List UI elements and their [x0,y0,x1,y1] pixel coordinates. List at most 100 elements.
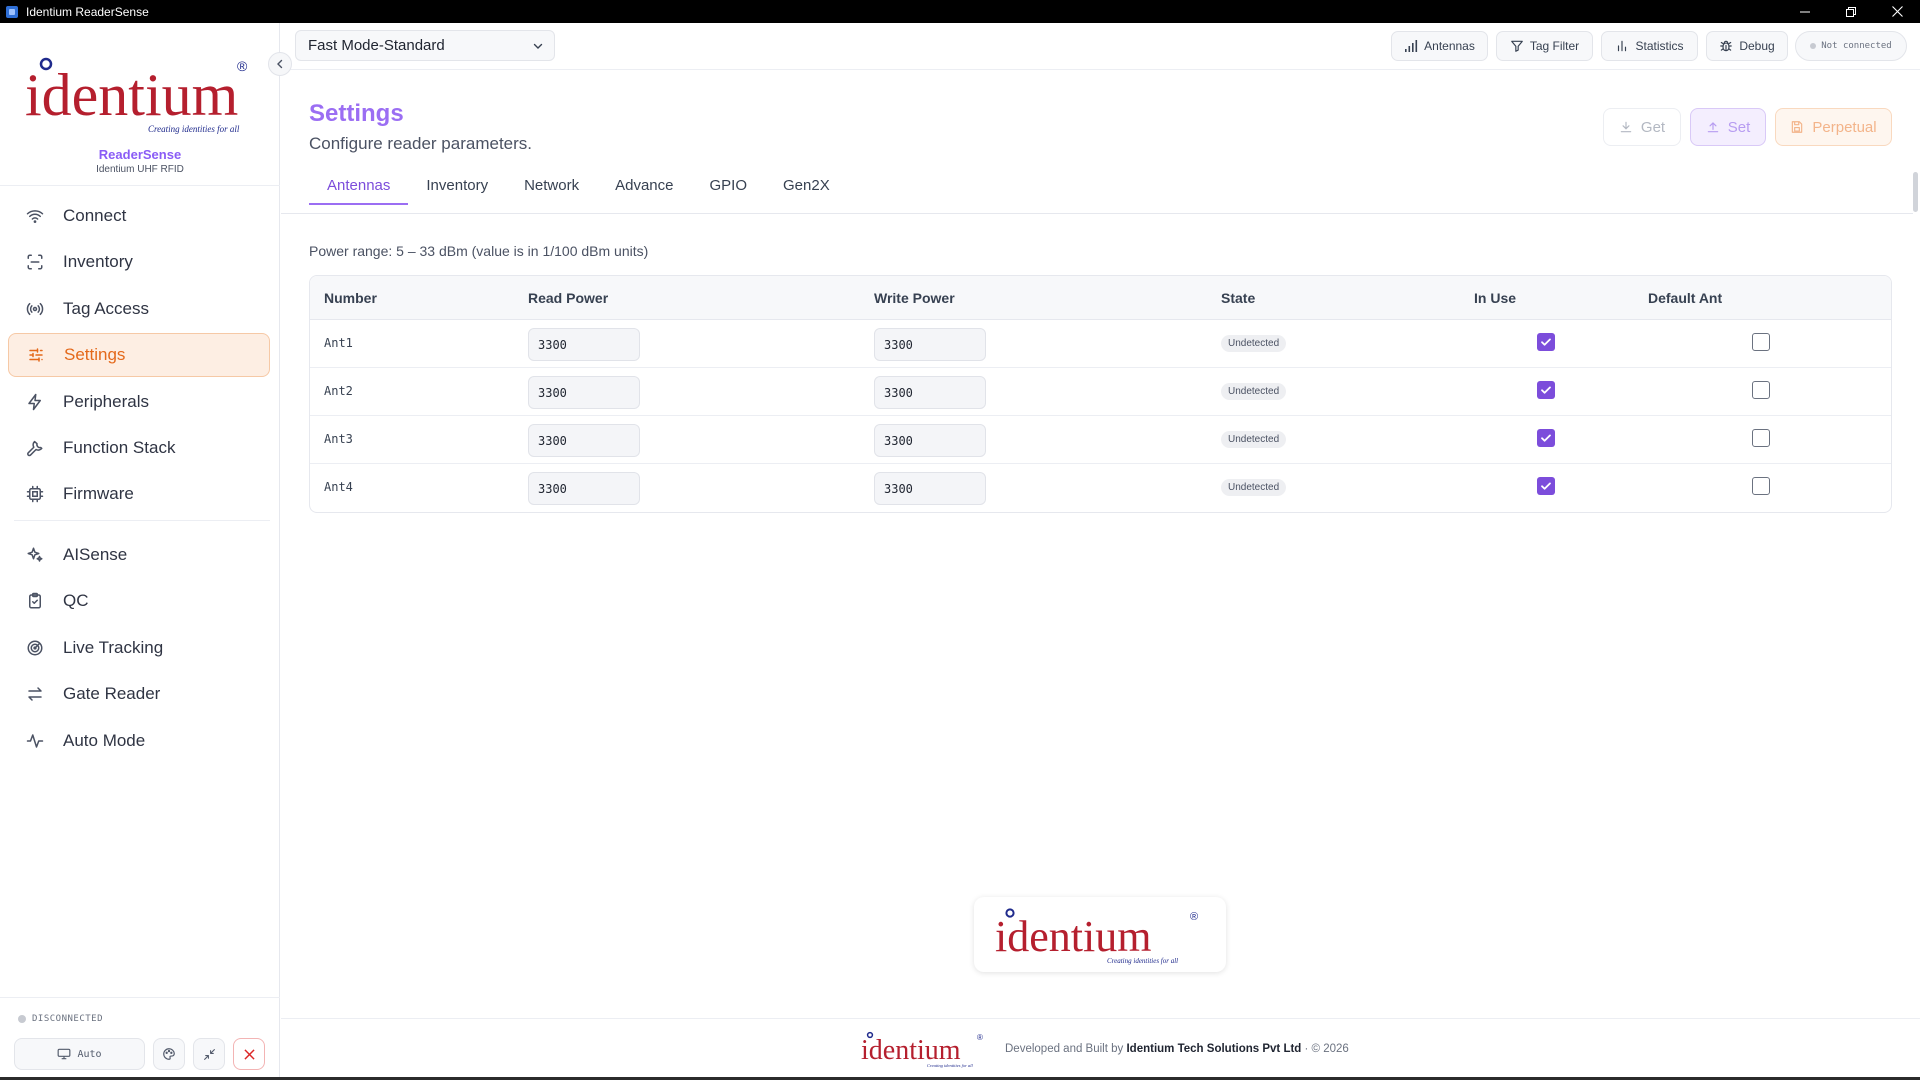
antenna-number: Ant2 [324,384,353,398]
sidebar-item-settings[interactable]: Settings [8,333,270,378]
tab-gpio[interactable]: GPIO [691,166,765,204]
antenna-number: Ant3 [324,432,353,446]
sidebar-item-firmware[interactable]: Firmware [8,472,270,516]
identium-logo: identium ® Creating identities for all [25,57,248,134]
close-window-button[interactable] [1874,0,1920,23]
tab-gen2x[interactable]: Gen2X [765,166,848,204]
sidebar-item-label: Peripherals [63,391,149,411]
column-header-read-power: Read Power [528,290,609,306]
column-header-write-power: Write Power [874,290,955,306]
in-use-checkbox[interactable] [1537,429,1555,447]
statistics-button[interactable]: Statistics [1601,31,1698,61]
sidebar-item-label: Auto Mode [63,730,146,750]
bar-chart-icon [1618,40,1627,52]
scrollbar-thumb[interactable] [1913,172,1918,212]
in-use-checkbox[interactable] [1537,333,1555,351]
table-row: Ant1 3300 3300 Undetected [310,320,1891,368]
connection-badge-text: Not connected [1821,41,1892,51]
restore-button[interactable] [1828,0,1874,23]
debug-button[interactable]: Debug [1706,31,1788,61]
logo-wordmark: identium [995,912,1151,961]
check-icon [1541,482,1551,490]
collapse-sidebar-button[interactable] [268,52,292,76]
svg-text:®: ® [977,1033,983,1042]
read-power-input[interactable]: 3300 [528,376,640,409]
sidebar-group-divider [14,520,270,521]
sidebar-item-label: AISense [63,545,128,564]
tab-advance[interactable]: Advance [597,166,691,204]
tab-inventory[interactable]: Inventory [408,166,506,204]
column-header-default-ant: Default Ant [1648,290,1723,306]
app-footer: identium ® Creating identities for all D… [281,1018,1920,1080]
brand-name: ReaderSense [98,147,182,162]
sidebar-item-auto-mode[interactable]: Auto Mode [8,719,270,763]
restore-icon [1846,6,1856,17]
default-ant-checkbox[interactable] [1752,477,1770,495]
sliders-icon [23,346,49,364]
get-button[interactable]: Get [1603,108,1681,146]
palette-button[interactable] [153,1038,185,1070]
tab-antennas[interactable]: Antennas [309,166,409,205]
sidebar-item-connect[interactable]: Connect [8,194,270,238]
read-power-input[interactable]: 3300 [528,472,640,505]
minimize-button[interactable] [1782,0,1828,23]
state-badge: Undetected [1221,431,1287,448]
check-icon [1541,434,1551,442]
svg-text:®: ® [237,58,248,74]
sidebar-item-aisense[interactable]: AISense [8,533,270,577]
statistics-button-label: Statistics [1635,39,1684,53]
sidebar-item-label: Gate Reader [63,684,161,704]
write-power-input[interactable]: 3300 [874,472,986,505]
sidebar-item-inventory[interactable]: Inventory [8,240,270,284]
column-header-state: State [1221,290,1256,306]
sidebar-nav-secondary: AISense QC Live Tracking Gate Reader Aut… [8,533,270,765]
status-dot-icon [1810,43,1817,49]
tag-filter-button[interactable]: Tag Filter [1496,31,1593,61]
in-use-checkbox[interactable] [1537,381,1555,399]
set-button[interactable]: Set [1690,108,1766,146]
footer-prefix: Developed and Built by [1005,1043,1124,1055]
radar-icon [22,639,48,657]
lightning-icon [22,393,48,411]
theme-auto-button[interactable]: Auto [14,1038,145,1070]
write-power-input[interactable]: 3300 [874,328,986,361]
settings-tabs: Antennas Inventory Network Advance GPIO … [309,166,848,205]
sidebar-item-label: Firmware [63,484,134,504]
default-ant-checkbox[interactable] [1752,381,1770,399]
set-button-label: Set [1727,118,1751,136]
shrink-icon [203,1048,215,1060]
wifi-icon [22,207,48,225]
default-ant-checkbox[interactable] [1752,429,1770,447]
tab-network[interactable]: Network [506,166,597,204]
antenna-number: Ant4 [324,480,353,494]
sparkles-icon [22,546,48,564]
antennas-button[interactable]: Antennas [1391,31,1488,61]
check-icon [1541,386,1551,394]
write-power-input[interactable]: 3300 [874,376,986,409]
mode-select[interactable]: Fast Mode-Standard [295,30,555,61]
sidebar-item-label: Live Tracking [63,637,164,657]
sidebar-item-live-tracking[interactable]: Live Tracking [8,626,270,670]
read-power-input[interactable]: 3300 [528,424,640,457]
perpetual-button[interactable]: Perpetual [1775,108,1892,146]
sidebar-item-tag-access[interactable]: Tag Access [8,287,270,331]
sidebar-item-peripherals[interactable]: Peripherals [8,380,270,424]
mode-select-value: Fast Mode-Standard [308,37,445,54]
in-use-checkbox[interactable] [1537,477,1555,495]
state-badge: Undetected [1221,479,1287,496]
connection-status: DISCONNECTED [18,1014,103,1024]
logo-wordmark: identium [25,62,238,128]
bug-icon [1720,40,1733,52]
read-power-input[interactable]: 3300 [528,328,640,361]
default-ant-checkbox[interactable] [1752,333,1770,351]
sidebar-item-function-stack[interactable]: Function Stack [8,426,270,470]
write-power-input[interactable]: 3300 [874,424,986,457]
logo-tagline: Creating identities for all [1107,957,1178,965]
minimize-window-button[interactable] [193,1038,225,1070]
status-dot-icon [18,1015,26,1023]
chip-icon [22,485,48,503]
sidebar-item-qc[interactable]: QC [8,579,270,623]
exit-app-button[interactable] [233,1038,265,1070]
sidebar-item-gate-reader[interactable]: Gate Reader [8,672,270,716]
main-content: Settings Configure reader parameters. Ge… [281,70,1920,1018]
